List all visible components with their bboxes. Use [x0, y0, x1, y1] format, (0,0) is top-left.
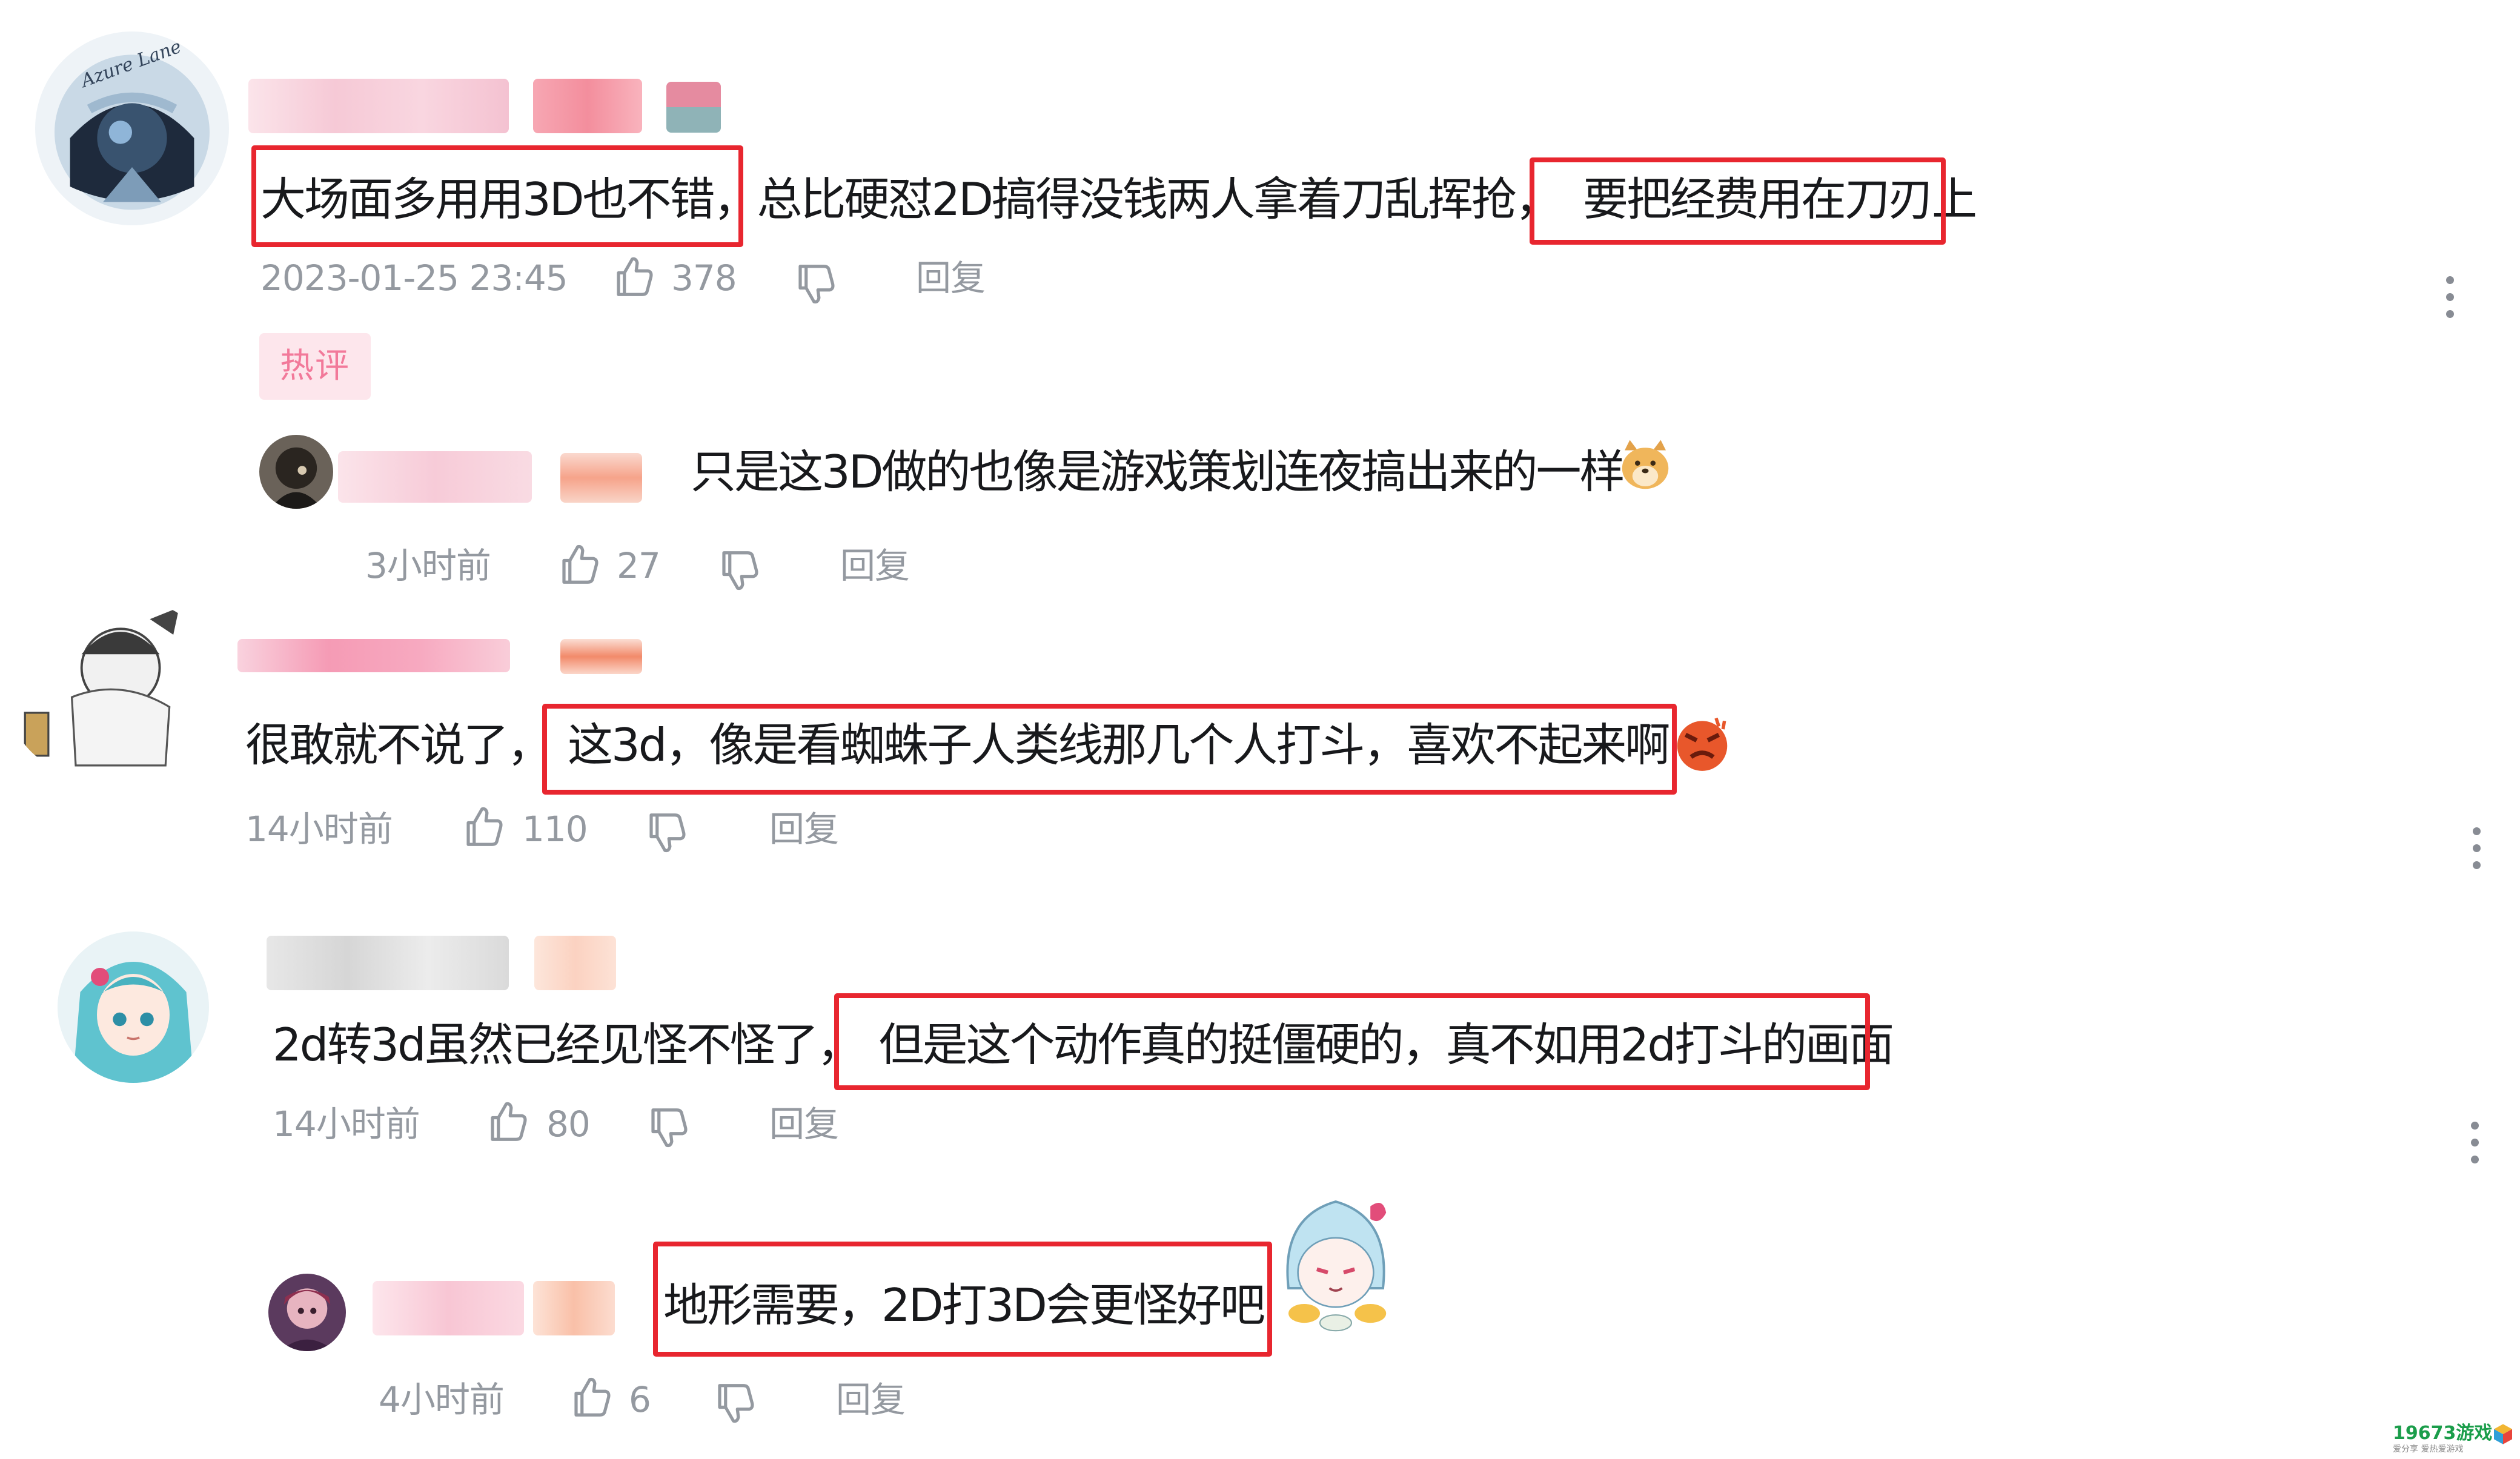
- thumbs-down-icon[interactable]: [792, 260, 840, 308]
- highlight-box: [834, 993, 1870, 1090]
- like-count: 378: [671, 257, 737, 299]
- reply-avatar-art: [259, 435, 333, 509]
- thumbs-up-icon[interactable]: [568, 1374, 615, 1421]
- thumbs-up-icon[interactable]: [485, 1098, 532, 1145]
- like-count: 80: [546, 1103, 591, 1145]
- watermark-brand: 19673游戏: [2393, 1423, 2493, 1444]
- hot-comment-tag: 热评: [259, 333, 371, 400]
- more-options-icon[interactable]: [2473, 827, 2481, 878]
- thumbs-down-icon[interactable]: [716, 547, 763, 594]
- reply-avatar-art: [268, 1274, 346, 1351]
- thumbs-up-icon[interactable]: [556, 541, 603, 588]
- thumbs-down-icon[interactable]: [645, 1104, 692, 1151]
- highlight-box: [542, 704, 1677, 795]
- reply-button[interactable]: 回复: [769, 812, 839, 847]
- thumbs-down-icon[interactable]: [712, 1380, 759, 1427]
- anime-girl-sticker-icon: [1286, 1200, 1387, 1332]
- watermark-cube-icon: [2494, 1424, 2512, 1444]
- username-blurred[interactable]: [267, 936, 509, 990]
- username-blurred[interactable]: [338, 451, 532, 503]
- comment-time: 14小时前: [273, 1103, 420, 1145]
- more-options-icon[interactable]: [2471, 1122, 2479, 1173]
- user-level-blurred: [533, 1281, 615, 1335]
- thumbs-down-icon[interactable]: [643, 809, 691, 856]
- comment-text: 只是这3D做的也像是游戏策划连夜搞出来的一样: [691, 445, 1625, 498]
- thumbs-up-icon[interactable]: [611, 253, 658, 300]
- like-count: 6: [629, 1379, 651, 1420]
- comment-time: 2023-01-25 23:45: [260, 257, 568, 299]
- user-level-blurred: [560, 453, 642, 503]
- like-count: 27: [617, 545, 661, 586]
- more-options-icon[interactable]: [2446, 276, 2455, 327]
- watermark-logo: 19673游戏 爱分享 爱热爱游戏: [2393, 1424, 2492, 1454]
- avatar[interactable]: [58, 931, 209, 1083]
- avatar[interactable]: [11, 600, 211, 775]
- username-blurred[interactable]: [237, 639, 510, 672]
- sketch-avatar-art: [13, 600, 209, 775]
- user-level-blurred: [533, 79, 642, 133]
- reply-button[interactable]: 回复: [836, 1382, 906, 1417]
- angry-emoji-icon: [1677, 717, 1728, 771]
- user-level-blurred: [534, 936, 616, 990]
- thumbs-up-icon[interactable]: [460, 803, 508, 850]
- username-blurred[interactable]: [373, 1281, 524, 1335]
- reply-button[interactable]: 回复: [916, 260, 986, 296]
- avatar[interactable]: [259, 435, 333, 509]
- like-count: 110: [522, 809, 588, 850]
- comment-time: 3小时前: [365, 545, 491, 586]
- doge-emoji-icon: [1622, 440, 1669, 489]
- reply-button[interactable]: 回复: [840, 548, 910, 583]
- highlight-box: [653, 1242, 1272, 1357]
- miku-avatar-art: [58, 931, 209, 1083]
- user-level-blurred: [560, 639, 642, 674]
- username-blurred[interactable]: [248, 79, 509, 133]
- avatar[interactable]: [268, 1274, 346, 1351]
- watermark-slogan: 爱分享 爱热爱游戏: [2393, 1444, 2464, 1454]
- highlight-box: [1530, 157, 1946, 245]
- user-badge-blurred: [666, 82, 721, 133]
- highlight-box: [251, 145, 743, 247]
- reply-button[interactable]: 回复: [769, 1107, 839, 1142]
- comment-time: 14小时前: [245, 809, 393, 850]
- comment-time: 4小时前: [379, 1379, 505, 1420]
